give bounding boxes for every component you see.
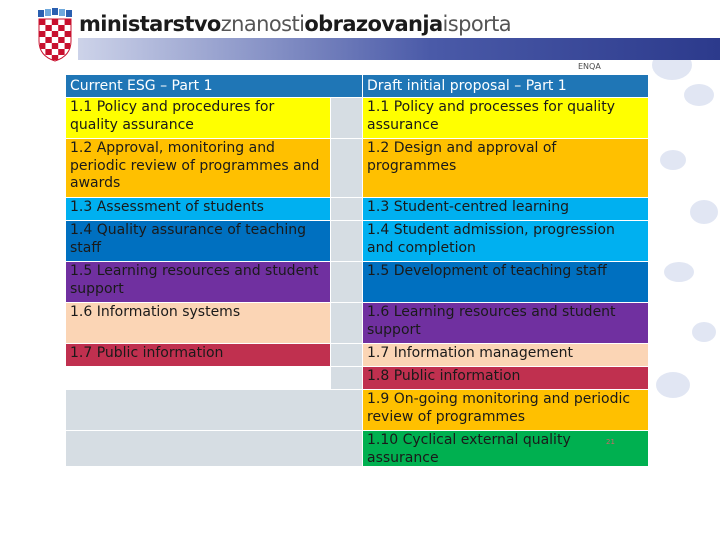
esg-comparison-table: Current ESG – Part 1 Draft initial propo…: [66, 75, 648, 466]
ministry-brand-name: ministarstvoznanostiobrazovanjaisporta: [79, 12, 512, 36]
brand-segment: ministarstvo: [79, 12, 221, 36]
right-column-header: Draft initial proposal – Part 1: [363, 75, 648, 97]
right-row-label: 1.6 Learning resources and student suppo…: [367, 304, 616, 338]
left-row-label: 1.4 Quality assurance of teaching staff: [70, 222, 307, 256]
spacer-column: [331, 303, 362, 343]
right-row-label: 1.2 Design and approval of programmes: [367, 140, 557, 174]
right-row-label: 1.1 Policy and processes for quality ass…: [367, 99, 615, 133]
spacer-column: [331, 367, 362, 389]
background-decoration: [684, 84, 714, 106]
background-decoration: [664, 262, 694, 282]
right-row: 1.3 Student-centred learning: [363, 198, 648, 220]
spacer-column: [331, 139, 362, 197]
right-row: 1.8 Public information: [363, 367, 648, 389]
left-row-label: 1.7 Public information: [70, 345, 224, 361]
source-reference: ENQA: [578, 62, 601, 71]
background-decoration: [690, 200, 718, 224]
spacer-column: [331, 221, 362, 261]
right-row: 1.9 On-going monitoring and periodic rev…: [363, 390, 648, 430]
empty-cell: [66, 431, 362, 466]
left-row: 1.4 Quality assurance of teaching staff: [66, 221, 330, 261]
left-column-header: Current ESG – Part 1: [66, 75, 362, 97]
right-row: 1.5 Development of teaching staff: [363, 262, 648, 302]
right-row-label: 1.9 On-going monitoring and periodic rev…: [367, 391, 631, 425]
background-decoration: [660, 150, 686, 170]
right-row-label: 1.8 Public information: [367, 368, 521, 384]
right-row: 1.10 Cyclical external quality assurance: [363, 431, 648, 466]
right-row: 1.1 Policy and processes for quality ass…: [363, 98, 648, 138]
header: ministarstvoznanostiobrazovanjaisporta: [0, 0, 720, 62]
background-decoration: [656, 372, 690, 398]
left-row: 1.2 Approval, monitoring and periodic re…: [66, 139, 330, 197]
brand-segment: znanosti: [220, 12, 305, 36]
right-row-label: 1.10 Cyclical external quality assurance: [367, 432, 571, 466]
right-row-label: 1.7 Information management: [367, 345, 573, 361]
right-row: 1.2 Design and approval of programmes: [363, 139, 648, 197]
header-bar: [78, 38, 720, 60]
right-row: 1.7 Information management: [363, 344, 648, 366]
brand-segment: isporta: [442, 12, 512, 36]
right-row-label: 1.5 Development of teaching staff: [367, 263, 607, 279]
left-row-label: 1.1 Policy and procedures for quality as…: [70, 99, 275, 133]
spacer-column: [331, 98, 362, 138]
spacer-column: [331, 198, 362, 220]
left-row: 1.6 Information systems: [66, 303, 330, 343]
empty-cell: [66, 390, 362, 430]
background-decoration: [692, 322, 716, 342]
brand-segment: obrazovanja: [304, 12, 443, 36]
spacer-column: [331, 344, 362, 366]
left-row-label: 1.2 Approval, monitoring and periodic re…: [70, 140, 320, 191]
right-row: 1.6 Learning resources and student suppo…: [363, 303, 648, 343]
left-row-label: 1.3 Assessment of students: [70, 199, 264, 215]
left-row: 1.5 Learning resources and student suppo…: [66, 262, 330, 302]
page-number: 21: [606, 438, 615, 446]
left-row: 1.7 Public information: [66, 344, 330, 366]
right-row-label: 1.3 Student-centred learning: [367, 199, 570, 215]
spacer-column: [331, 262, 362, 302]
left-row: 1.1 Policy and procedures for quality as…: [66, 98, 330, 138]
left-row-label: 1.6 Information systems: [70, 304, 241, 320]
right-row: 1.4 Student admission, progression and c…: [363, 221, 648, 261]
left-row-label: 1.5 Learning resources and student suppo…: [70, 263, 319, 297]
empty-cell: [66, 367, 330, 389]
left-row: 1.3 Assessment of students: [66, 198, 330, 220]
croatian-coat-of-arms-icon: [38, 8, 72, 62]
right-row-label: 1.4 Student admission, progression and c…: [367, 222, 615, 256]
